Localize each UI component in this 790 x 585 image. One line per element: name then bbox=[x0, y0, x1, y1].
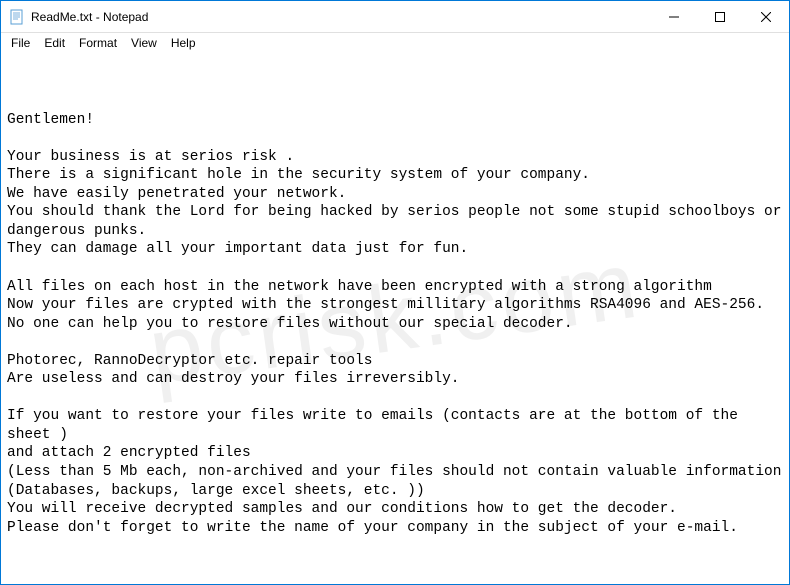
menu-format[interactable]: Format bbox=[73, 35, 123, 51]
window-controls bbox=[651, 1, 789, 32]
window-title: ReadMe.txt - Notepad bbox=[31, 10, 148, 24]
minimize-button[interactable] bbox=[651, 1, 697, 32]
close-button[interactable] bbox=[743, 1, 789, 32]
document-text: Gentlemen! Your business is at serios ri… bbox=[7, 111, 783, 538]
text-area[interactable]: pcrisk.com Gentlemen! Your business is a… bbox=[1, 53, 789, 584]
menu-help[interactable]: Help bbox=[165, 35, 202, 51]
menu-view[interactable]: View bbox=[125, 35, 163, 51]
menubar: File Edit Format View Help bbox=[1, 33, 789, 53]
titlebar-left: ReadMe.txt - Notepad bbox=[1, 9, 148, 25]
menu-file[interactable]: File bbox=[5, 35, 36, 51]
maximize-button[interactable] bbox=[697, 1, 743, 32]
notepad-icon bbox=[9, 9, 25, 25]
notepad-window: ReadMe.txt - Notepad File Edit Format Vi… bbox=[0, 0, 790, 585]
titlebar[interactable]: ReadMe.txt - Notepad bbox=[1, 1, 789, 33]
menu-edit[interactable]: Edit bbox=[38, 35, 71, 51]
